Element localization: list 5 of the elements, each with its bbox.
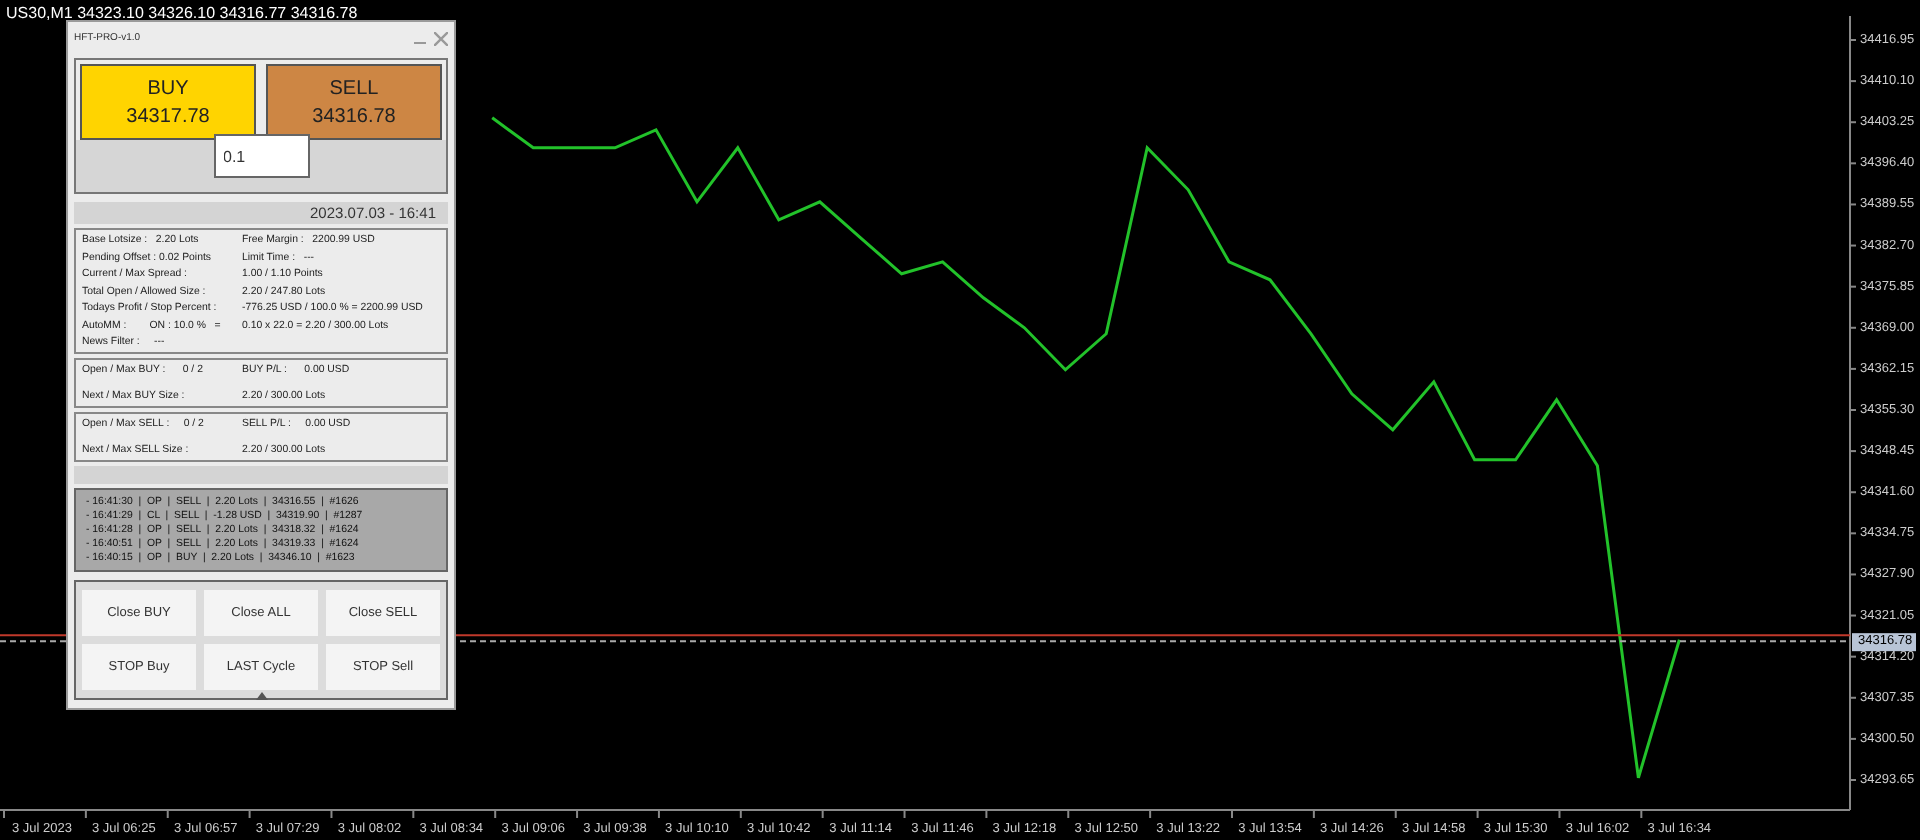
symbol-header: US30,M1 34323.10 34326.10 34316.77 34316.78 — [6, 4, 358, 22]
close-icon[interactable] — [434, 31, 448, 45]
sell-button[interactable]: SELL 34316.78 — [266, 64, 442, 140]
buy-button[interactable]: BUY 34317.78 — [80, 64, 256, 140]
lot-field[interactable]: 0.1 — [213, 134, 309, 178]
